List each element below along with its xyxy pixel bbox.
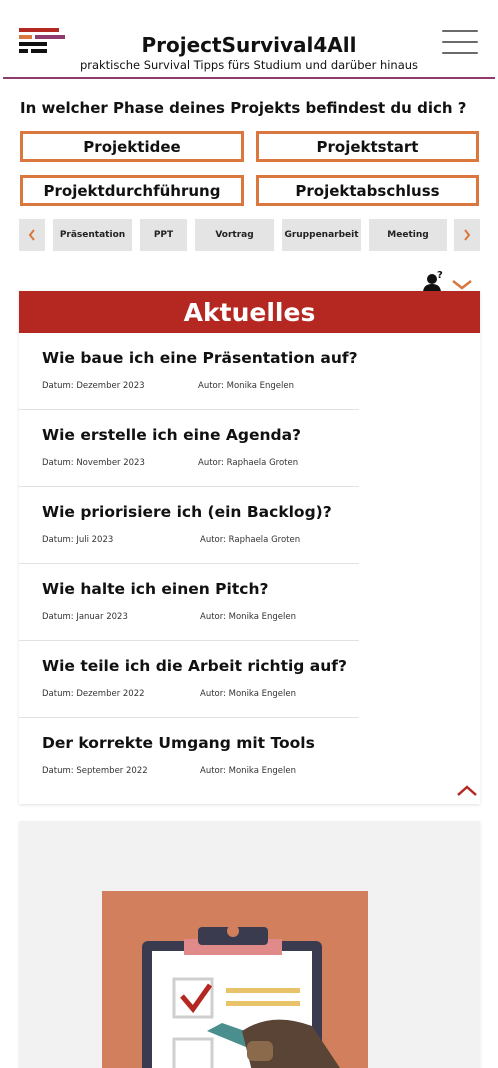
article-title: Wie priorisiere ich (ein Backlog)?: [42, 503, 332, 521]
site-title: ProjectSurvival4All: [141, 33, 357, 57]
article-author: Autor: Monika Engelen: [200, 612, 296, 622]
article-date: Datum: Dezember 2023: [42, 381, 145, 391]
article-author: Autor: Raphaela Groten: [198, 458, 299, 468]
article-date: Datum: Dezember 2022: [42, 689, 145, 699]
site-subtitle: praktische Survival Tipps fürs Studium u…: [79, 58, 419, 72]
article-author: Autor: Raphaela Groten: [200, 535, 301, 545]
article-date: Datum: November 2023: [42, 458, 145, 468]
article-item[interactable]: Wie baue ich eine Präsentation auf? Datu…: [19, 333, 359, 410]
news-section: Aktuelles Wie baue ich eine Präsentation…: [19, 291, 480, 804]
article-item[interactable]: Der korrekte Umgang mit Tools Datum: Sep…: [19, 718, 359, 795]
svg-text:?: ?: [437, 270, 443, 281]
article-author: Autor: Monika Engelen: [200, 689, 296, 699]
tag-praesentation[interactable]: Präsentation: [53, 219, 132, 251]
article-title: Wie halte ich einen Pitch?: [42, 580, 269, 598]
article-title: Wie erstelle ich eine Agenda?: [42, 426, 302, 444]
article-author: Autor: Monika Engelen: [200, 766, 296, 776]
article-title: Wie teile ich die Arbeit richtig auf?: [42, 657, 348, 675]
news-heading: Aktuelles: [19, 291, 480, 333]
clipboard-checklist-illustration: [102, 891, 368, 1068]
page: ProjectSurvival4All praktische Survival …: [3, 3, 495, 1068]
featured-card[interactable]: [19, 821, 480, 1068]
article-item[interactable]: Wie erstelle ich eine Agenda? Datum: Nov…: [19, 410, 359, 487]
phase-button-projektidee[interactable]: Projektidee: [20, 131, 244, 162]
article-author: Autor: Monika Engelen: [198, 381, 294, 391]
chevron-left-icon[interactable]: [19, 219, 45, 251]
article-item[interactable]: Wie teile ich die Arbeit richtig auf? Da…: [19, 641, 359, 718]
article-item[interactable]: Wie halte ich einen Pitch? Datum: Januar…: [19, 564, 359, 641]
article-title: Wie baue ich eine Präsentation auf?: [42, 349, 358, 367]
chevron-right-icon[interactable]: [454, 219, 480, 251]
article-date: Datum: Juli 2023: [42, 535, 114, 545]
tag-gruppenarbeit[interactable]: Gruppenarbeit: [282, 219, 361, 251]
phase-button-projektstart[interactable]: Projektstart: [256, 131, 479, 162]
article-date: Datum: Januar 2023: [42, 612, 128, 622]
user-question-icon: ?: [423, 270, 443, 293]
article-title: Der korrekte Umgang mit Tools: [42, 734, 315, 752]
article-item[interactable]: Wie priorisiere ich (ein Backlog)? Datum…: [19, 487, 359, 564]
chevron-up-icon[interactable]: [456, 783, 478, 797]
phase-button-projektabschluss[interactable]: Projektabschluss: [256, 175, 479, 206]
chevron-down-icon: [452, 280, 472, 290]
hamburger-menu-icon[interactable]: [442, 30, 480, 54]
article-date: Datum: September 2022: [42, 766, 148, 776]
tag-carousel: Präsentation PPT Vortrag Gruppenarbeit M…: [19, 219, 480, 251]
phase-button-projektdurchfuehrung[interactable]: Projektdurchführung: [20, 175, 244, 206]
tag-meeting[interactable]: Meeting: [369, 219, 447, 251]
phase-question: In welcher Phase deines Projekts befinde…: [20, 99, 467, 117]
tag-ppt[interactable]: PPT: [140, 219, 187, 251]
site-header: ProjectSurvival4All praktische Survival …: [3, 3, 495, 79]
tag-vortrag[interactable]: Vortrag: [195, 219, 274, 251]
